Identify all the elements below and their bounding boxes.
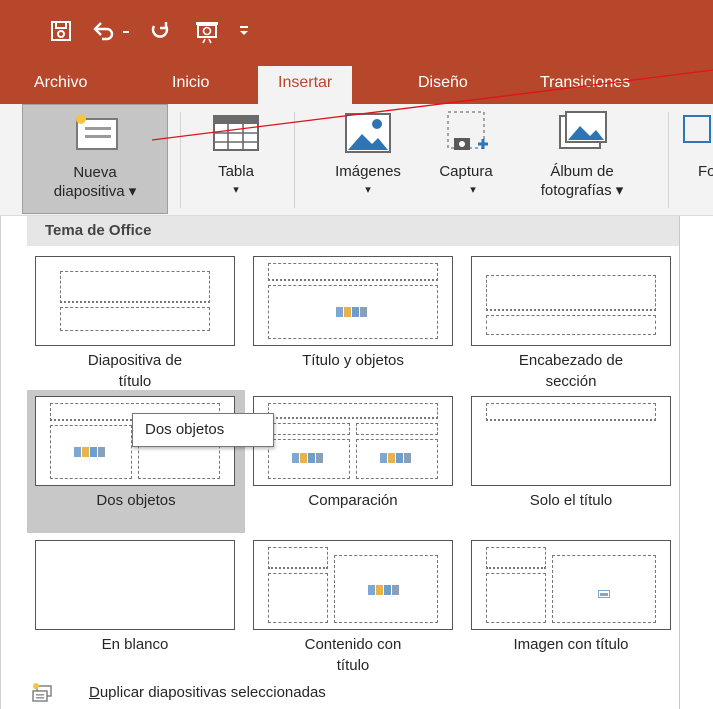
undo-dropdown-icon[interactable] [121, 24, 131, 42]
layout-thumbnail [253, 396, 453, 486]
new-slide-label: Nueva [73, 164, 117, 181]
photo-album-dropdown-label[interactable]: fotografías ▾ [512, 181, 652, 200]
table-label: Tabla [218, 163, 254, 180]
redo-icon[interactable] [148, 20, 172, 47]
layout-title-slide[interactable]: Diapositiva de título [29, 250, 241, 392]
duplicate-slides-icon [31, 682, 53, 708]
ribbon-separator [668, 112, 669, 208]
new-slide-button[interactable]: Nueva diapositiva ▾ [22, 104, 168, 214]
screenshot-icon [444, 108, 492, 161]
content-placeholder-icons [292, 453, 326, 463]
tab-archivo[interactable]: Archivo [34, 62, 87, 104]
content-placeholder-icons [380, 453, 414, 463]
duplicate-slides-accesskey: D [89, 684, 100, 701]
duplicate-slides-label: uplicar diapositivas seleccionadas [99, 684, 326, 701]
layout-two-content[interactable]: Dos objetos [27, 390, 245, 533]
layout-label: En blanco [101, 636, 169, 653]
photo-album-button[interactable]: Álbum de fotografías ▾ [512, 104, 652, 214]
customize-qat-icon[interactable] [238, 24, 250, 43]
layout-tooltip: Dos objetos [132, 413, 274, 447]
present-icon[interactable] [194, 20, 220, 49]
new-slide-dropdown-label[interactable]: diapositiva ▾ [23, 182, 167, 201]
content-placeholder-icons [336, 307, 370, 317]
tab-inicio[interactable]: Inicio [172, 62, 209, 104]
ribbon-insert: Nueva diapositiva ▾ Tabla ▾ Imágenes ▾ C… [0, 104, 713, 216]
layout-thumbnail [471, 396, 671, 486]
content-placeholder-icons [74, 447, 108, 457]
ribbon-tabs: Archivo Inicio Insertar Diseño Transicio… [0, 62, 713, 104]
tab-transiciones[interactable]: Transiciones [540, 62, 630, 104]
cutoff-label: Fo [698, 163, 713, 180]
layout-label: Comparación [308, 492, 398, 509]
layout-thumbnail [35, 256, 235, 346]
tab-diseno[interactable]: Diseño [418, 62, 468, 104]
layout-picture-caption[interactable]: Imagen con título [465, 534, 677, 676]
layout-label: Diapositiva de [87, 352, 183, 369]
layout-label: Dos objetos [96, 492, 176, 509]
layout-thumbnail [35, 540, 235, 630]
photo-album-icon [558, 110, 608, 159]
title-bar [0, 0, 713, 62]
content-placeholder-icons [368, 585, 402, 595]
table-icon [212, 114, 260, 157]
layout-thumbnail [471, 256, 671, 346]
new-slide-icon [73, 111, 121, 158]
layout-thumbnail [253, 256, 453, 346]
layout-gallery: Tema de Office Diapositiva de título Tít… [0, 216, 680, 709]
layout-label: Solo el título [529, 492, 613, 509]
layout-label: Título y objetos [302, 352, 404, 369]
layout-blank[interactable]: En blanco [29, 534, 241, 676]
capture-label: Captura [439, 163, 493, 180]
layout-title-only[interactable]: Solo el título [465, 390, 677, 532]
layout-label-line2: sección [545, 373, 597, 390]
layout-label: Imagen con título [513, 636, 629, 653]
shapes-button-partial[interactable]: Fo [676, 104, 713, 214]
images-icon [344, 112, 392, 159]
layout-comparison[interactable]: Comparación [247, 390, 459, 532]
table-button[interactable]: Tabla ▾ [186, 104, 286, 214]
ribbon-separator [180, 112, 181, 208]
picture-placeholder-icon [598, 585, 610, 603]
layout-label: Encabezado de [518, 352, 624, 369]
layout-section-header[interactable]: Encabezado de sección [465, 250, 677, 392]
images-button[interactable]: Imágenes ▾ [312, 104, 424, 214]
chevron-down-icon: ▾ [365, 184, 371, 196]
layout-label-line2: título [336, 657, 370, 674]
undo-icon[interactable] [92, 20, 116, 47]
layout-title-content[interactable]: Título y objetos [247, 250, 459, 392]
capture-button[interactable]: Captura ▾ [424, 104, 508, 214]
shapes-icon [682, 114, 712, 149]
layout-content-caption[interactable]: Contenido con título [247, 534, 459, 676]
chevron-down-icon: ▾ [470, 184, 476, 196]
photo-album-label: Álbum de [550, 163, 614, 180]
ribbon-separator [294, 112, 295, 208]
layout-label-line2: título [118, 373, 152, 390]
images-label: Imágenes [335, 163, 401, 180]
gallery-header: Tema de Office [27, 216, 679, 246]
save-icon[interactable] [50, 20, 72, 47]
chevron-down-icon: ▾ [233, 184, 239, 196]
layout-thumbnail [253, 540, 453, 630]
layout-thumbnail [471, 540, 671, 630]
tab-insertar[interactable]: Insertar [258, 66, 353, 104]
layout-label: Contenido con [304, 636, 402, 653]
